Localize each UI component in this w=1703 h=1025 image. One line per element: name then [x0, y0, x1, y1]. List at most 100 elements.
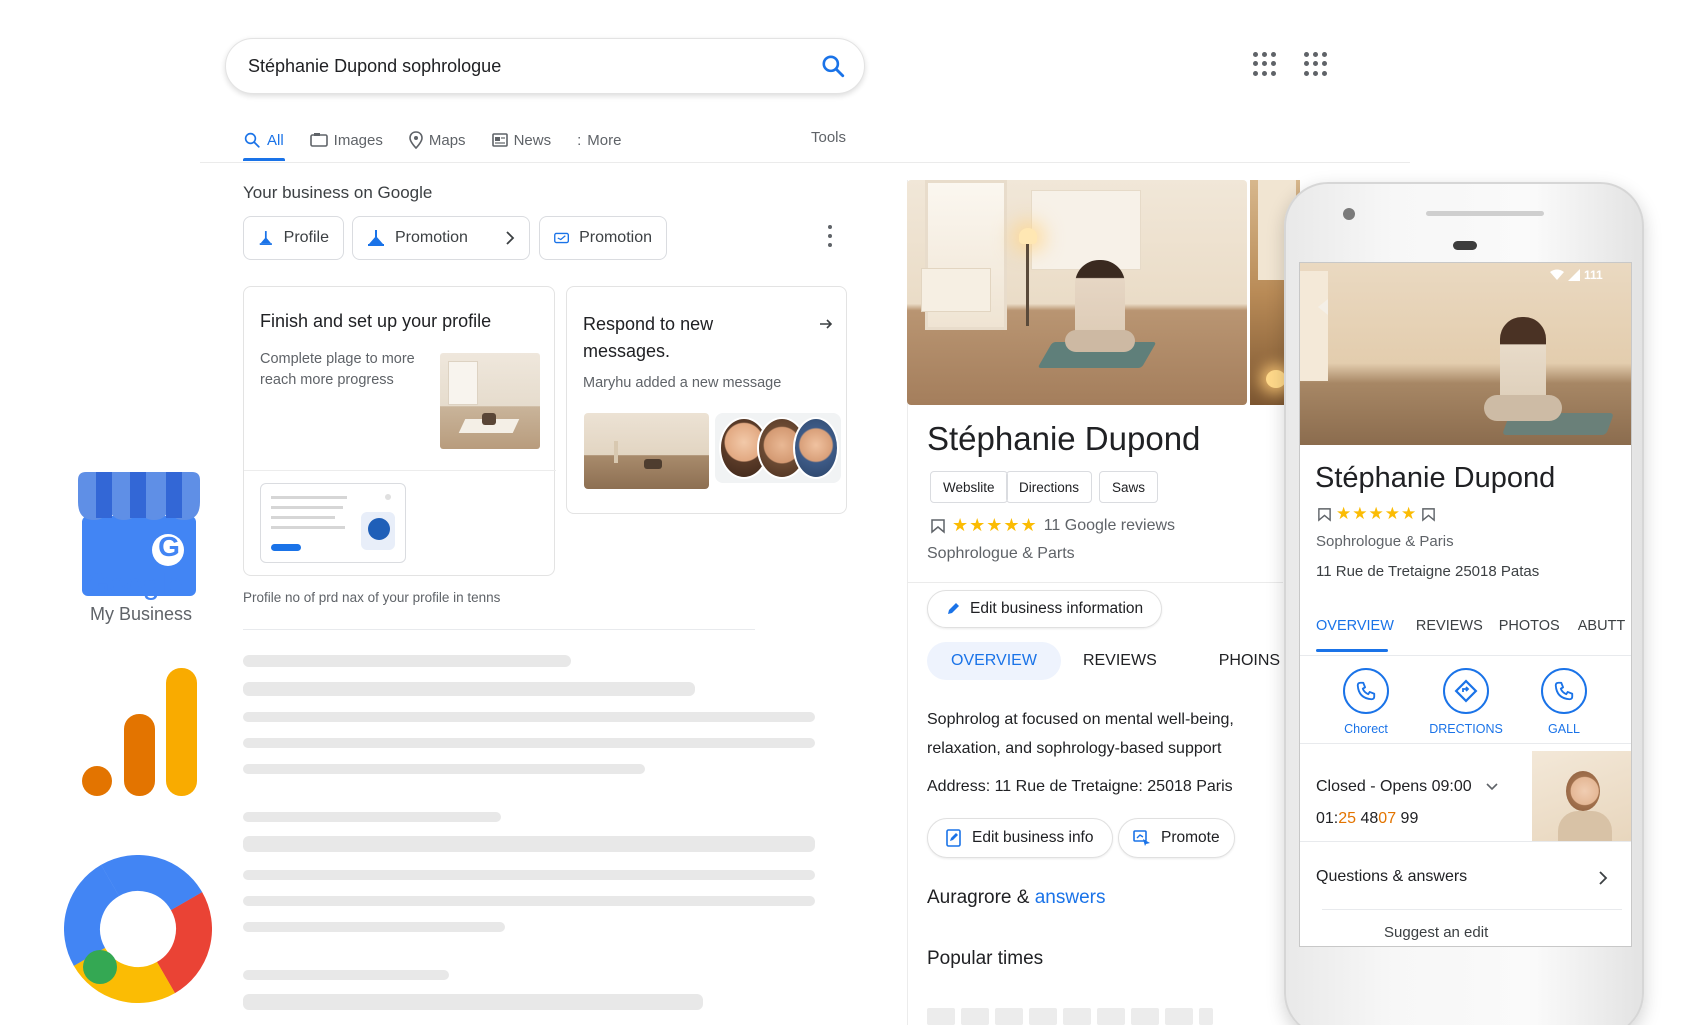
- back-arrow-icon[interactable]: [1318, 299, 1328, 315]
- skeleton-line: [243, 655, 571, 667]
- messages-card[interactable]: Respond to new messages. Maryhu added a …: [566, 286, 847, 514]
- tab-phones[interactable]: PHOINS: [1219, 652, 1280, 670]
- questions-answers-heading[interactable]: Auragrore & answers: [927, 887, 1105, 909]
- phone-business-category: Sophrologue & Paris: [1316, 533, 1454, 550]
- directions-action[interactable]: DRECTIONS: [1421, 668, 1511, 736]
- call-action[interactable]: Chorect: [1321, 668, 1411, 736]
- promotion-chip-2[interactable]: Promotion: [539, 216, 667, 260]
- phone-number[interactable]: 01:25 4807 99: [1316, 810, 1418, 828]
- reviews-count[interactable]: 11 Google reviews: [1044, 517, 1175, 535]
- profile-chip[interactable]: Profile: [243, 216, 344, 260]
- apps-grid-icon-2[interactable]: [1304, 52, 1328, 76]
- results-divider: [243, 629, 755, 630]
- directions-button[interactable]: Directions: [1006, 471, 1093, 503]
- business-photo[interactable]: [907, 180, 1247, 405]
- signal-icon: [1568, 269, 1580, 281]
- chevron-down-icon[interactable]: [1486, 783, 1498, 791]
- opening-hours-text: Closed - Opens 09:00: [1316, 778, 1472, 795]
- skeleton-line: [243, 812, 501, 822]
- tabs-divider: [200, 162, 1410, 163]
- more-options-icon[interactable]: [827, 225, 833, 247]
- phone-tab-reviews[interactable]: REVIEWS: [1410, 618, 1489, 654]
- qa-prefix: Auragrore &: [927, 887, 1035, 908]
- tab-all[interactable]: All: [243, 128, 284, 152]
- phone-tab-about[interactable]: ABUTT: [1570, 618, 1634, 654]
- tab-maps-label: Maps: [428, 131, 466, 149]
- tab-maps[interactable]: Maps: [409, 128, 466, 152]
- search-tabs: All Images Maps News : More: [243, 128, 621, 164]
- skeleton-line: [243, 922, 505, 932]
- tab-news-label: News: [513, 131, 552, 149]
- phone-questions-answers[interactable]: Questions & answers: [1316, 868, 1616, 886]
- popular-times-bar: [1199, 1008, 1213, 1025]
- profile-caption: Profile no of prd nax of your profile in…: [243, 590, 501, 605]
- chevron-right-icon: [1599, 871, 1608, 885]
- business-heading: Your business on Google: [243, 183, 433, 202]
- map-pin-icon: [409, 131, 423, 149]
- status-bar: 111: [1550, 268, 1603, 282]
- edit-document-icon: [946, 829, 961, 847]
- apps-grid-icon[interactable]: [1253, 52, 1277, 76]
- suggest-edit-link[interactable]: Suggest an edit: [1384, 924, 1488, 941]
- phone-number-part: 48: [1356, 810, 1379, 827]
- star-rating: ★★★★★: [952, 515, 1038, 535]
- skeleton-line: [243, 738, 815, 748]
- tab-news[interactable]: News: [491, 128, 552, 152]
- search-bar[interactable]: Stéphanie Dupond sophrologue: [225, 38, 865, 94]
- setup-card-title: Finish and set up your profile: [260, 311, 492, 331]
- google-my-business-logo: G Google My Business: [74, 468, 204, 624]
- tools-button[interactable]: Tools: [811, 129, 846, 146]
- promote-button[interactable]: Promote: [1118, 818, 1235, 858]
- skeleton-line: [243, 994, 703, 1010]
- phone-icon: [1541, 668, 1587, 714]
- setup-card-subtitle: Complete plage to more reach more progre…: [260, 351, 415, 388]
- arrow-right-icon[interactable]: [819, 317, 833, 331]
- promotion-icon: [368, 230, 384, 246]
- tab-more[interactable]: : More: [577, 128, 621, 152]
- panel-divider: [907, 582, 1283, 583]
- tab-images-label: Images: [333, 131, 383, 149]
- avatar: [793, 417, 839, 479]
- search-icon[interactable]: [820, 53, 846, 79]
- tab-all-label: All: [267, 131, 284, 149]
- directions-action-label: DRECTIONS: [1429, 722, 1503, 736]
- call-action-label: Chorect: [1344, 722, 1388, 736]
- phone-number-part: 99: [1396, 810, 1419, 827]
- card-divider: [244, 470, 556, 471]
- popular-times-bar: [1131, 1008, 1159, 1025]
- edit-business-information-button[interactable]: Edit business information: [927, 590, 1163, 628]
- news-icon: [491, 133, 508, 147]
- phone-business-name: Stéphanie Dupond: [1315, 462, 1556, 494]
- search-icon: [244, 132, 260, 148]
- setup-profile-card[interactable]: Finish and set up your profile Complete …: [243, 286, 556, 576]
- search-input[interactable]: Stéphanie Dupond sophrologue: [248, 56, 501, 77]
- phone-qa-label: Questions & answers: [1316, 868, 1468, 885]
- tab-reviews[interactable]: REVIEWS: [1083, 652, 1157, 670]
- contact-photo[interactable]: [1532, 751, 1631, 841]
- phone-number-part: 01:: [1316, 810, 1339, 827]
- phone-active-tab-indicator: [1316, 649, 1388, 652]
- phone-tab-photos[interactable]: PHOTOS: [1489, 618, 1570, 654]
- phone-divider: [1322, 909, 1622, 910]
- phone-tabs-divider: [1300, 655, 1631, 656]
- tab-overview[interactable]: OVERVIEW: [927, 642, 1061, 680]
- website-button[interactable]: Webslite: [930, 471, 1008, 503]
- messages-card-title: Respond to new messages.: [583, 314, 714, 361]
- qa-link[interactable]: answers: [1035, 887, 1106, 908]
- promotion-chip-label: Promotion: [395, 229, 468, 246]
- phone-hero-photo[interactable]: [1300, 263, 1631, 445]
- popular-times-bar: [1063, 1008, 1091, 1025]
- call-action-2[interactable]: GALL: [1519, 668, 1609, 736]
- edit-business-information-label: Edit business information: [970, 600, 1144, 617]
- phone-sensor: [1453, 241, 1477, 250]
- phone-speaker: [1426, 211, 1544, 216]
- phone-icon: [1343, 668, 1389, 714]
- tab-images[interactable]: Images: [309, 128, 383, 152]
- save-button[interactable]: Saws: [1099, 471, 1159, 503]
- directions-icon: [1443, 668, 1489, 714]
- edit-business-info-button[interactable]: Edit business info: [927, 818, 1113, 858]
- opening-hours[interactable]: Closed - Opens 09:00: [1316, 778, 1498, 796]
- popular-times-bar: [1165, 1008, 1193, 1025]
- avatars-group: [715, 413, 841, 483]
- promotion-chip[interactable]: Promotion: [352, 216, 530, 260]
